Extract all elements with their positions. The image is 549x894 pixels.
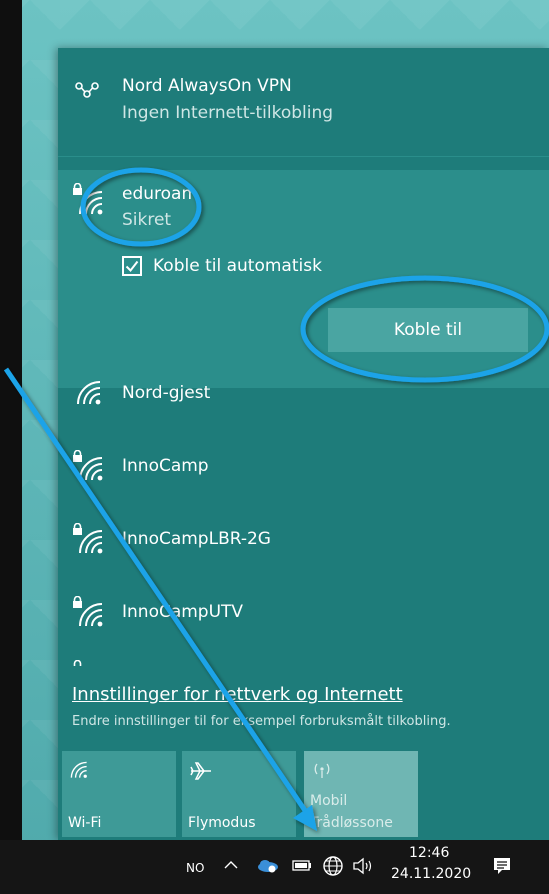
- network-item[interactable]: InnoCampUTV: [58, 574, 549, 646]
- vpn-item[interactable]: Nord AlwaysOn VPN Ingen Internett-tilkob…: [58, 48, 549, 156]
- vpn-status: Ingen Internett-tilkobling: [122, 103, 334, 123]
- vpn-name: Nord AlwaysOn VPN: [122, 76, 292, 96]
- window-edge: [0, 0, 22, 894]
- clock-date[interactable]: 24.11.2020: [391, 866, 471, 882]
- wifi-toggle-tile[interactable]: Wi-Fi: [62, 751, 176, 837]
- tile-label: Flymodus: [188, 815, 256, 831]
- wifi-signal-icon: [79, 191, 103, 215]
- mobile-hotspot-tile[interactable]: Mobil Trådløssone: [304, 751, 418, 837]
- auto-connect-label[interactable]: Koble til automatisk: [153, 256, 322, 276]
- wifi-signal-icon: [79, 603, 103, 627]
- network-item[interactable]: InnoCampLBR-2G: [58, 501, 549, 573]
- network-name: InnoCampUTV: [122, 602, 244, 622]
- connect-button[interactable]: Koble til: [328, 308, 528, 352]
- airplane-mode-tile[interactable]: Flymodus: [182, 751, 296, 837]
- tile-label: Wi-Fi: [68, 815, 102, 831]
- lock-icon: [73, 660, 82, 666]
- airplane-icon: [190, 762, 211, 780]
- taskbar: NO 12:46 24.11.2020: [0, 840, 549, 894]
- network-name: InnoCamp: [122, 456, 209, 476]
- wifi-signal-icon: [77, 381, 101, 405]
- chevron-up-icon[interactable]: [224, 860, 238, 870]
- network-name: eduroam: [122, 184, 199, 204]
- network-name: Nord-gjest: [122, 383, 211, 403]
- network-security: Sikret: [122, 210, 172, 230]
- clock-time[interactable]: 12:46: [409, 845, 449, 861]
- volume-icon[interactable]: [352, 857, 374, 875]
- divider: [58, 156, 549, 157]
- wifi-icon: [70, 761, 87, 778]
- network-settings-link[interactable]: Innstillinger for nettverk og Internett: [72, 684, 403, 705]
- network-flyout: Nord AlwaysOn VPN Ingen Internett-tilkob…: [58, 48, 549, 840]
- battery-icon[interactable]: [292, 859, 312, 872]
- globe-icon[interactable]: [322, 855, 344, 877]
- wifi-signal-icon: [79, 457, 103, 481]
- network-settings-description: Endre innstillinger til for eksempel for…: [72, 714, 451, 729]
- tile-label-line1: Mobil: [310, 793, 348, 809]
- language-indicator[interactable]: NO: [186, 861, 204, 875]
- checkmark-icon: [125, 260, 139, 273]
- vpn-icon: [75, 82, 99, 98]
- hotspot-icon: [314, 763, 330, 778]
- network-item[interactable]: InnoCamp: [58, 428, 549, 500]
- tile-label-line2: Trådløssone: [310, 815, 393, 831]
- network-name: InnoCampLBR-2G: [122, 529, 271, 549]
- action-center-icon[interactable]: [491, 855, 513, 877]
- network-item[interactable]: Nord-gjest: [58, 355, 549, 427]
- wifi-signal-icon: [79, 530, 103, 554]
- auto-connect-checkbox[interactable]: [122, 256, 142, 276]
- onedrive-icon[interactable]: [256, 856, 280, 874]
